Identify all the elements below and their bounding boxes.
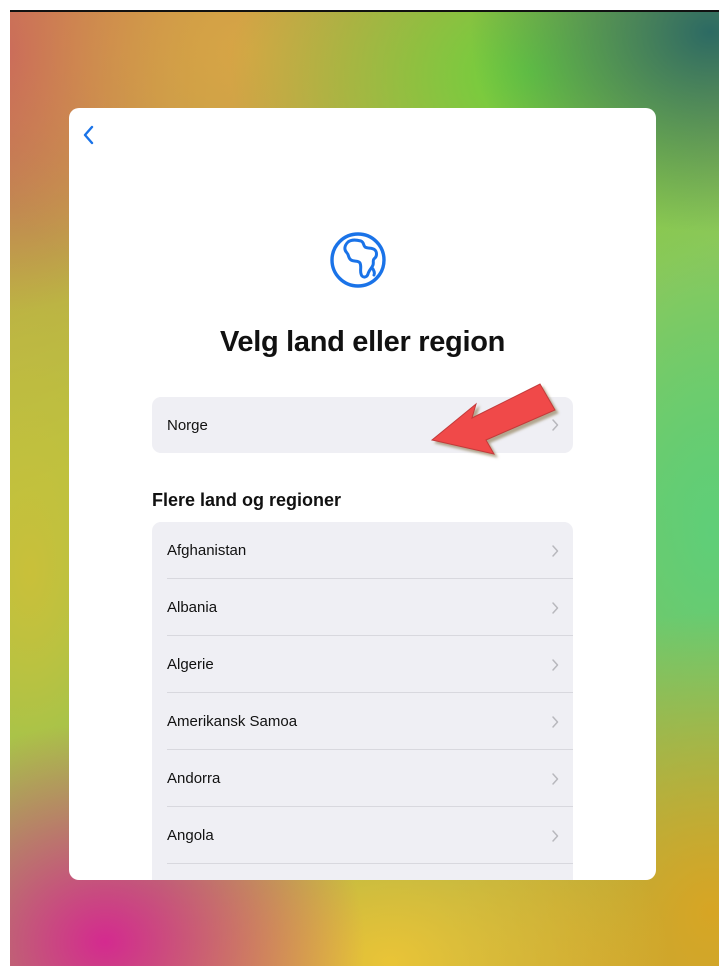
page-title: Velg land eller region — [219, 326, 506, 358]
row-label: Albania — [167, 599, 218, 616]
chevron-right-icon — [552, 829, 559, 842]
chevron-right-icon — [552, 658, 559, 671]
chevron-right-icon — [552, 715, 559, 728]
country-list: Afghanistan Albania Algerie Amerikansk S… — [152, 522, 573, 880]
selected-region-row[interactable]: Norge — [152, 397, 573, 453]
country-row-andorra[interactable]: Andorra — [152, 750, 573, 807]
country-row-algerie[interactable]: Algerie — [152, 636, 573, 693]
section-heading: Flere land og regioner — [152, 490, 342, 510]
chevron-right-icon — [552, 419, 559, 431]
row-label: Angola — [167, 827, 214, 844]
row-label: Norge — [167, 416, 208, 434]
chevron-right-icon — [552, 601, 559, 614]
screen-frame: Velg land eller region Norge Flere land … — [0, 0, 719, 966]
country-row-angola[interactable]: Angola — [152, 807, 573, 864]
selected-region-group: Norge — [152, 397, 573, 453]
country-row-amerikansk-samoa[interactable]: Amerikansk Samoa — [152, 693, 573, 750]
chevron-left-icon — [83, 125, 94, 145]
row-label: Afghanistan — [167, 542, 247, 559]
country-row-albania[interactable]: Albania — [152, 579, 573, 636]
row-label: Algerie — [167, 656, 214, 673]
row-label: Andorra — [167, 770, 221, 787]
back-button[interactable] — [79, 122, 101, 148]
chevron-right-icon — [552, 772, 559, 785]
region-selection-sheet: Velg land eller region Norge Flere land … — [69, 108, 656, 880]
globe-icon — [328, 230, 388, 290]
row-label: Amerikansk Samoa — [167, 713, 298, 730]
row-divider — [167, 863, 573, 864]
country-row-afghanistan[interactable]: Afghanistan — [152, 522, 573, 579]
chevron-right-icon — [552, 544, 559, 557]
